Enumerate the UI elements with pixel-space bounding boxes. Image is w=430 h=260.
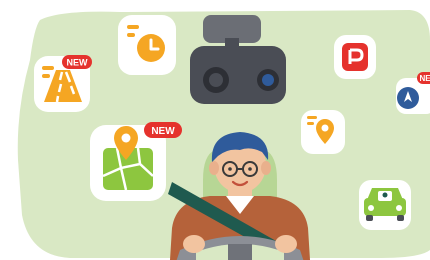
compass-icon	[397, 87, 419, 109]
parking-app-card[interactable]	[334, 35, 376, 79]
clock-app-card[interactable]	[118, 15, 176, 75]
new-badge-text: NEW	[67, 58, 89, 68]
location-app-card[interactable]	[301, 110, 345, 154]
map-badge-text: NEW	[151, 126, 175, 137]
road-app-card[interactable]: NEW	[34, 55, 92, 112]
new-badge: NEW	[62, 55, 92, 69]
car-driver-app-card[interactable]	[359, 180, 411, 230]
compass-badge-text: NE	[419, 74, 430, 83]
compass-new-badge: NE	[417, 72, 430, 84]
illustration-scene: NEW NE NEW	[0, 0, 430, 260]
parking-icon	[342, 43, 368, 71]
map-new-badge: NEW	[144, 122, 182, 138]
